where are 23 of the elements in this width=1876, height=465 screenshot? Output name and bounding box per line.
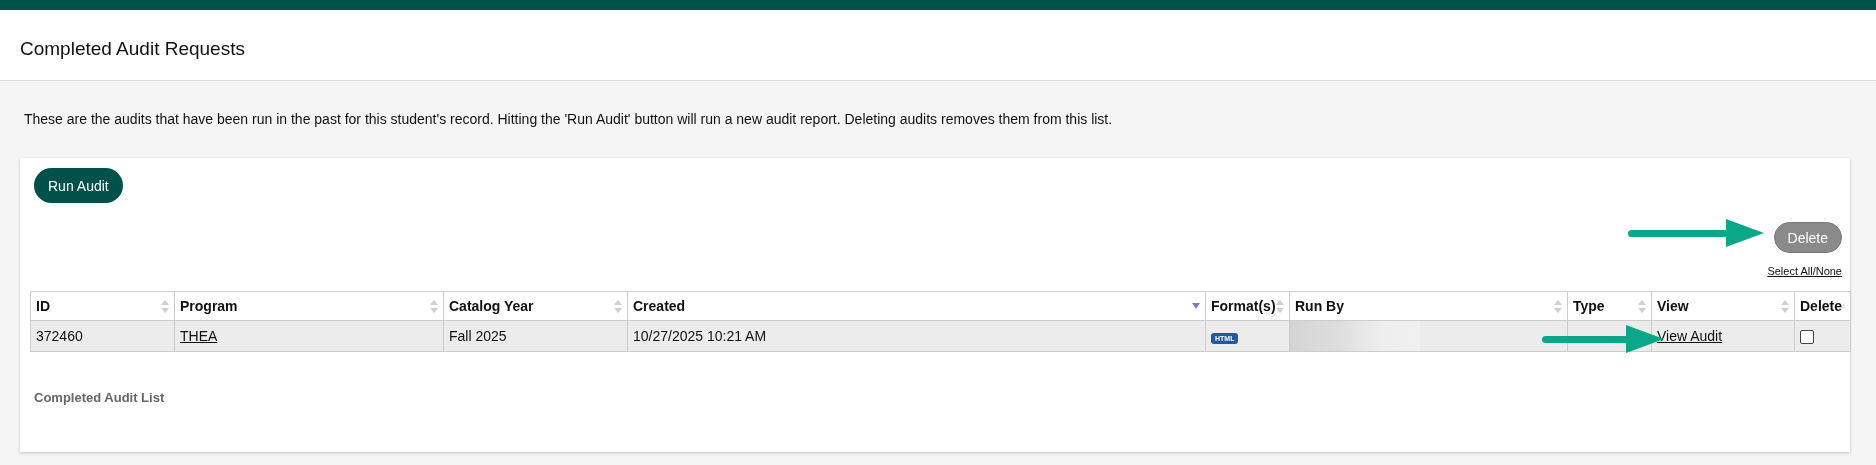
table-cell: 372460: [36, 328, 83, 344]
table-cell: Fall 2025: [449, 328, 507, 344]
table-cell: 10/27/2025 10:21 AM: [633, 328, 767, 344]
column-header[interactable]: Run By: [1295, 298, 1344, 314]
section-label: Completed Audit List: [34, 390, 165, 405]
column-header[interactable]: Program: [180, 298, 238, 314]
sort-descending-icon[interactable]: [1192, 303, 1200, 309]
sort-icon[interactable]: [1638, 299, 1646, 313]
sort-icon[interactable]: [1554, 299, 1562, 313]
sort-icon[interactable]: [430, 299, 438, 313]
delete-checkbox[interactable]: [1800, 330, 1814, 345]
column-header[interactable]: ID: [36, 298, 50, 314]
select-all-link[interactable]: Select All/None: [1767, 265, 1842, 277]
description-text: These are the audits that have been run in the past for this student's record. Hitting the 'Run Audit' button will run a new audit report. Deleting audits removes them from this list.: [24, 111, 1113, 127]
program-link[interactable]: THEA: [180, 328, 218, 344]
sort-icon[interactable]: [614, 299, 622, 313]
column-header[interactable]: Created: [633, 298, 686, 314]
run-audit-button[interactable]: Run Audit: [34, 168, 123, 203]
column-header[interactable]: View: [1657, 298, 1689, 314]
sort-icon[interactable]: [1276, 299, 1284, 313]
sort-icon[interactable]: [161, 299, 169, 313]
page-title: Completed Audit Requests: [20, 38, 245, 60]
sort-icon[interactable]: [1781, 299, 1789, 313]
